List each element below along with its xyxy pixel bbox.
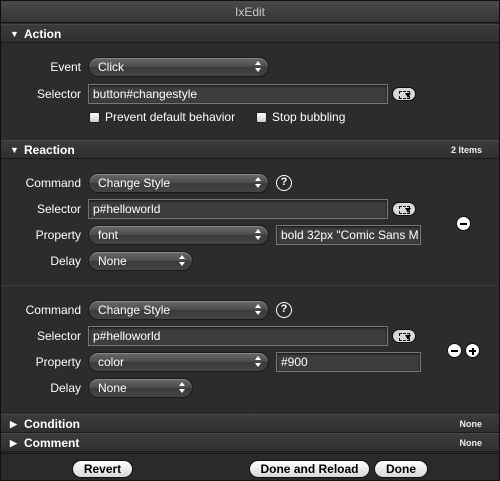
- done-button[interactable]: Done: [374, 460, 428, 478]
- popup-arrows-icon: [254, 176, 262, 190]
- delay-popup-value: None: [98, 381, 127, 395]
- action-section-header[interactable]: ▼ Action: [1, 24, 499, 43]
- reaction-count: 2 Items: [450, 145, 482, 155]
- reaction-selector-input[interactable]: p#helloworld: [88, 199, 388, 219]
- add-reaction-button[interactable]: [465, 343, 480, 358]
- revert-button[interactable]: Revert: [72, 460, 133, 478]
- window-title: IxEdit: [1, 1, 499, 23]
- command-popup[interactable]: Change Style: [88, 173, 269, 193]
- element-picker-icon[interactable]: [392, 202, 416, 216]
- disclosure-right-icon: ▶: [10, 438, 17, 448]
- delay-label: Delay: [50, 254, 81, 268]
- delay-popup-value: None: [98, 254, 127, 268]
- event-popup[interactable]: Click: [88, 57, 269, 77]
- event-label: Event: [50, 60, 81, 74]
- stop-bubbling-label: Stop bubbling: [272, 110, 346, 124]
- property-popup[interactable]: color: [88, 352, 269, 372]
- comment-value: None: [459, 438, 483, 448]
- prevent-default-label: Prevent default behavior: [105, 110, 236, 124]
- done-and-reload-button[interactable]: Done and Reload: [249, 460, 370, 478]
- popup-arrows-icon: [178, 254, 186, 268]
- delay-popup[interactable]: None: [88, 251, 193, 271]
- stop-bubbling-checkbox[interactable]: [256, 112, 267, 123]
- command-popup[interactable]: Change Style: [88, 300, 269, 320]
- selector-label: Selector: [36, 87, 81, 101]
- popup-arrows-icon: [254, 60, 262, 74]
- disclosure-down-icon: ▼: [10, 145, 19, 155]
- help-icon[interactable]: ?: [276, 302, 292, 318]
- property-value-input[interactable]: bold 32px "Comic Sans M: [276, 225, 421, 245]
- reaction-divider: [1, 285, 499, 286]
- minus-icon: [460, 223, 467, 225]
- comment-section-header[interactable]: ▶ Comment None: [1, 433, 499, 452]
- comment-header-label: Comment: [24, 436, 80, 450]
- footer-bar: Revert Done and Reload Done: [1, 453, 499, 480]
- event-popup-value: Click: [98, 60, 124, 74]
- delay-label: Delay: [50, 381, 81, 395]
- popup-arrows-icon: [254, 355, 262, 369]
- condition-header-label: Condition: [24, 417, 80, 431]
- reaction-section-header[interactable]: ▼ Reaction 2 Items: [1, 140, 499, 159]
- delay-popup[interactable]: None: [88, 378, 193, 398]
- command-label: Command: [25, 176, 81, 190]
- command-label: Command: [25, 303, 81, 317]
- popup-arrows-icon: [178, 381, 186, 395]
- disclosure-down-icon: ▼: [10, 29, 19, 39]
- property-popup-value: color: [98, 355, 125, 369]
- reaction-item: Command Change Style ? Selector p#hellow…: [1, 287, 499, 414]
- prevent-default-checkbox[interactable]: [89, 112, 100, 123]
- popup-arrows-icon: [254, 303, 262, 317]
- remove-reaction-button[interactable]: [447, 343, 462, 358]
- selector-label: Selector: [36, 329, 81, 343]
- element-picker-icon[interactable]: [392, 329, 416, 343]
- reaction-item: Command Change Style ? Selector p#hellow…: [1, 160, 499, 285]
- element-picker-icon[interactable]: [392, 87, 416, 101]
- popup-arrows-icon: [254, 228, 262, 242]
- plus-icon-v: [471, 347, 474, 355]
- action-selector-input[interactable]: button#changestyle: [88, 84, 388, 104]
- property-label: Property: [35, 355, 81, 369]
- help-icon[interactable]: ?: [276, 175, 292, 191]
- reaction-header-label: Reaction: [24, 143, 75, 157]
- reaction-selector-input[interactable]: p#helloworld: [88, 326, 388, 346]
- remove-reaction-button[interactable]: [456, 216, 471, 231]
- property-label: Property: [35, 228, 81, 242]
- property-popup-value: font: [98, 228, 119, 242]
- action-header-label: Action: [24, 27, 62, 41]
- minus-icon: [451, 350, 458, 352]
- selector-label: Selector: [36, 202, 81, 216]
- action-panel: Event Click Selector button#changestyle …: [1, 44, 499, 140]
- command-popup-value: Change Style: [98, 303, 171, 317]
- ixedit-window: IxEdit ▼ Action Event Click Selector but…: [0, 0, 500, 481]
- property-value-input[interactable]: #900: [276, 352, 421, 372]
- disclosure-right-icon: ▶: [10, 419, 17, 429]
- property-popup[interactable]: font: [88, 225, 269, 245]
- condition-section-header[interactable]: ▶ Condition None: [1, 414, 499, 433]
- command-popup-value: Change Style: [98, 176, 171, 190]
- condition-value: None: [459, 419, 483, 429]
